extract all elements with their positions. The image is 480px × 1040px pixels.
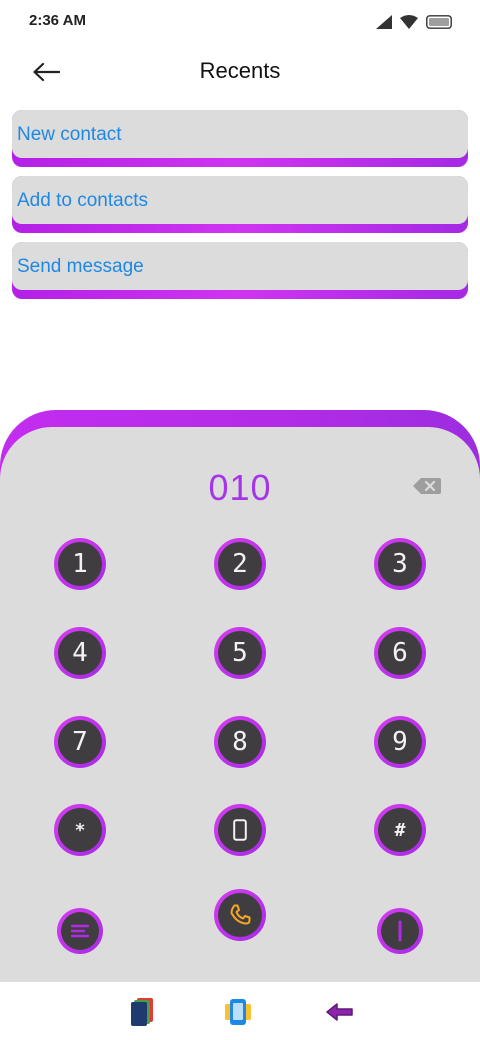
new-contact-label: New contact [17,124,122,145]
key-8[interactable]: 8 [214,716,266,768]
call-button[interactable] [214,889,266,941]
key-9[interactable]: 9 [374,716,426,768]
back-arrow-icon [326,1003,353,1021]
status-time: 2:36 AM [29,12,86,29]
signal-icon [376,15,392,29]
key-3[interactable]: 3 [374,538,426,590]
zero-glyph [233,819,247,841]
page-title: Recents [199,58,281,83]
key-6-label: 6 [378,631,422,675]
send-message-label: Send message [17,256,144,277]
key-star[interactable]: * [54,804,106,856]
add-to-contacts-label: Add to contacts [17,190,148,211]
nav-back-button[interactable] [320,994,360,1030]
wifi-icon [400,15,418,29]
key-4-label: 4 [58,631,102,675]
key-hash[interactable]: # [374,804,426,856]
key-5[interactable]: 5 [214,627,266,679]
key-4[interactable]: 4 [54,627,106,679]
key-2-label: 2 [218,542,262,586]
backspace-button[interactable] [412,475,442,497]
key-9-label: 9 [378,720,422,764]
nav-home-button[interactable] [218,994,258,1030]
bottom-nav [0,982,480,1040]
key-0-label [218,808,262,852]
device-icon [225,999,251,1025]
key-1[interactable]: 1 [54,538,106,590]
add-to-contacts-button[interactable]: Add to contacts [12,176,468,233]
key-2[interactable]: 2 [214,538,266,590]
menu-button-face [61,912,99,950]
call-button-face [218,893,262,937]
key-hash-label: # [378,808,422,852]
status-bar: 2:36 AM [0,0,480,44]
status-icons [376,14,452,30]
new-contact-card-face: New contact [12,110,468,158]
power-icon [398,920,402,942]
key-8-label: 8 [218,720,262,764]
key-star-label: * [58,808,102,852]
key-3-label: 3 [378,542,422,586]
key-0[interactable] [214,804,266,856]
dialpad-face: 010 1 2 3 4 5 6 7 8 9 * # [0,427,480,982]
new-contact-button[interactable]: New contact [12,110,468,167]
menu-icon [71,924,89,938]
nav-recents-button[interactable] [120,994,160,1030]
app-bar: Recents [0,44,480,100]
add-to-contacts-card-face: Add to contacts [12,176,468,224]
backspace-icon [413,478,441,494]
key-1-label: 1 [58,542,102,586]
layers-icon [131,998,153,1026]
key-7-label: 7 [58,720,102,764]
power-button-face [381,912,419,950]
menu-button[interactable] [57,908,103,954]
key-5-label: 5 [218,631,262,675]
dialed-number[interactable]: 010 [0,467,480,509]
power-button[interactable] [377,908,423,954]
phone-icon [230,904,251,925]
send-message-card-face: Send message [12,242,468,290]
key-7[interactable]: 7 [54,716,106,768]
dialpad-panel: 010 1 2 3 4 5 6 7 8 9 * # [0,410,480,982]
battery-icon [426,15,452,29]
send-message-button[interactable]: Send message [12,242,468,299]
key-6[interactable]: 6 [374,627,426,679]
